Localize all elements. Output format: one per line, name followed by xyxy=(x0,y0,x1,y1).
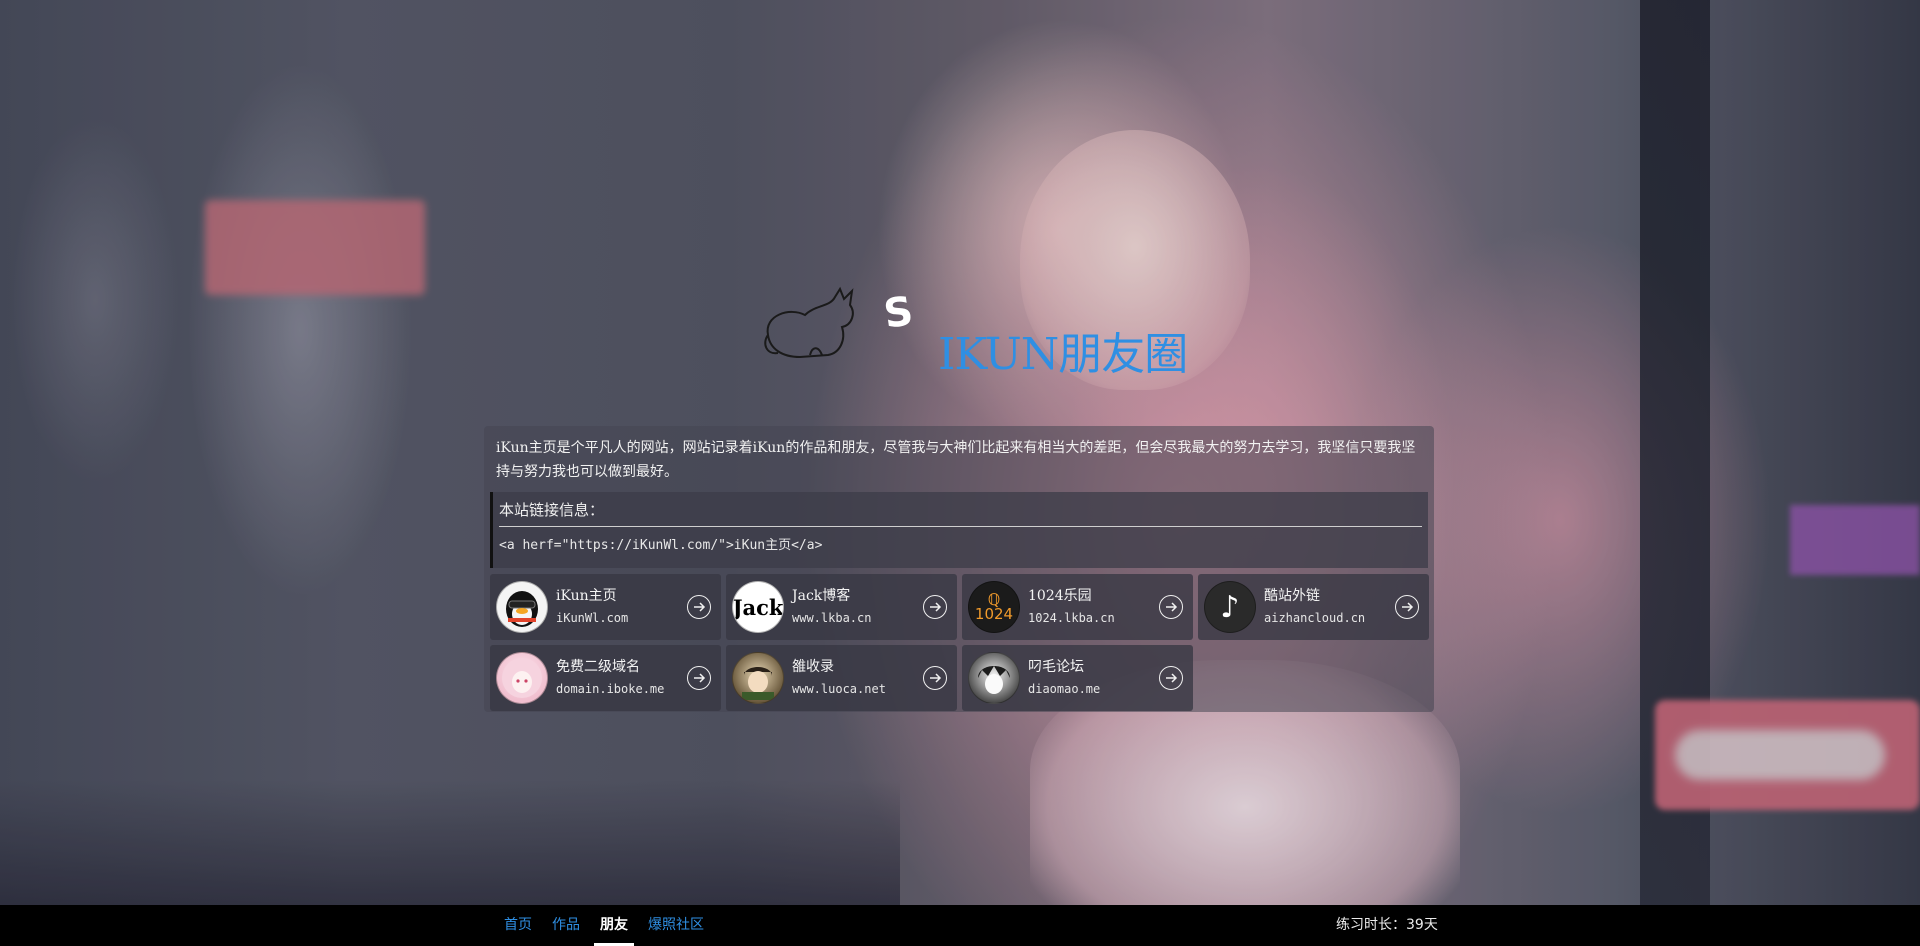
site-link-info: 本站链接信息： <a herf="https://iKunWl.com/">iK… xyxy=(490,492,1428,568)
intro-text: iKun主页是个平凡人的网站，网站记录着iKun的作品和朋友，尽管我与大神们比起… xyxy=(496,440,1416,480)
bottom-nav-bar: 首页 作品 朋友 爆照社区 练习时长：39天 xyxy=(0,905,1920,946)
cat-logo-icon xyxy=(764,286,854,359)
arrow-right-icon[interactable] xyxy=(687,595,711,619)
friend-link-item[interactable]: 叼毛论坛 diaomao.me xyxy=(962,645,1193,711)
nav-photo-community[interactable]: 爆照社区 xyxy=(638,905,714,946)
friend-link-item[interactable]: 雒收录 www.luoca.net xyxy=(726,645,957,711)
nav-home[interactable]: 首页 xyxy=(494,905,542,946)
1024-logo-text: 1024 xyxy=(974,605,1014,623)
jack-avatar-icon: Jack xyxy=(732,581,784,633)
friend-url: www.lkba.cn xyxy=(792,611,872,625)
friend-url: iKunWl.com xyxy=(556,611,629,625)
arrow-right-icon[interactable] xyxy=(923,666,947,690)
practice-duration: 练习时长：39天 xyxy=(1336,917,1438,933)
1024-avatar-icon: ℚ 1024 xyxy=(968,581,1020,633)
nav-friends[interactable]: 朋友 xyxy=(590,905,638,946)
friend-url: 1024.lkba.cn xyxy=(1028,611,1115,625)
tiktok-avatar-icon: ♪ xyxy=(1204,581,1256,633)
friend-name: 叼毛论坛 xyxy=(1028,659,1084,675)
arrow-right-icon[interactable] xyxy=(1159,595,1183,619)
friend-url: diaomao.me xyxy=(1028,682,1101,696)
friend-name: 1024乐园 xyxy=(1028,588,1092,604)
site-title[interactable]: IKUN朋友圈 xyxy=(938,318,1188,382)
friend-url: domain.iboke.me xyxy=(556,682,665,696)
friend-name: 酷站外链 xyxy=(1264,588,1320,604)
friends-card: iKun主页是个平凡人的网站，网站记录着iKun的作品和朋友，尽管我与大神们比起… xyxy=(484,426,1434,712)
friend-links-grid: iKun主页 iKunWl.com Jack Jack博客 www.lkba.c… xyxy=(490,574,1429,711)
friend-link-item[interactable]: ♪ 酷站外链 aizhancloud.cn xyxy=(1198,574,1429,640)
friend-name: Jack博客 xyxy=(792,588,851,604)
arrow-right-icon[interactable] xyxy=(1159,666,1183,690)
anime-bw-avatar-icon xyxy=(968,652,1020,704)
friend-url: www.luoca.net xyxy=(792,682,886,696)
link-info-title: 本站链接信息： xyxy=(499,497,1422,527)
friend-link-item[interactable]: iKun主页 iKunWl.com xyxy=(490,574,721,640)
penguin-avatar-icon xyxy=(496,581,548,633)
main-nav: 首页 作品 朋友 爆照社区 xyxy=(494,905,714,946)
arrow-right-icon[interactable] xyxy=(687,666,711,690)
anime-girl-avatar-icon xyxy=(496,652,548,704)
arrow-right-icon[interactable] xyxy=(1395,595,1419,619)
logo-letter: S xyxy=(880,288,916,338)
friend-name: 雒收录 xyxy=(792,659,834,675)
friend-name: iKun主页 xyxy=(556,588,617,604)
friend-link-item[interactable]: Jack Jack博客 www.lkba.cn xyxy=(726,574,957,640)
arrow-right-icon[interactable] xyxy=(923,595,947,619)
friend-link-item[interactable]: 免费二级域名 domain.iboke.me xyxy=(490,645,721,711)
anime-boy-avatar-icon xyxy=(732,652,784,704)
friend-url: aizhancloud.cn xyxy=(1264,611,1366,625)
link-info-code: <a herf="https://iKunWl.com/">iKun主页</a> xyxy=(499,538,823,553)
friend-name: 免费二级域名 xyxy=(556,659,640,675)
nav-works[interactable]: 作品 xyxy=(542,905,590,946)
friend-link-item[interactable]: ℚ 1024 1024乐园 1024.lkba.cn xyxy=(962,574,1193,640)
